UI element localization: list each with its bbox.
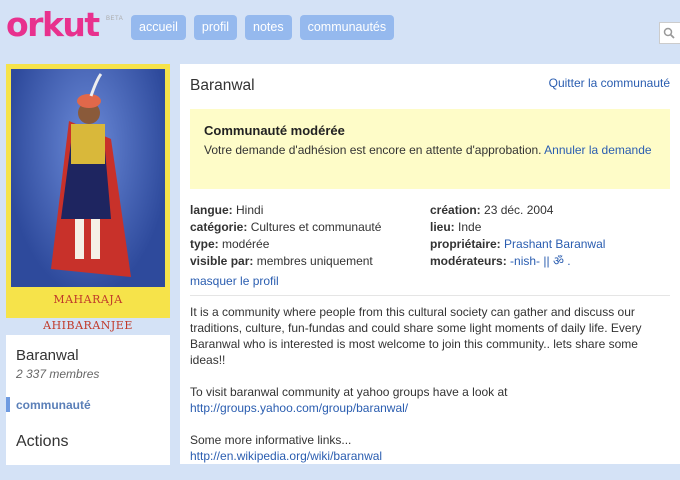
property-value[interactable]: Prashant Baranwal xyxy=(504,237,605,251)
yahoo-text: To visit baranwal community at yahoo gro… xyxy=(190,385,508,399)
property-row: modérateurs: -nish- || ॐ . xyxy=(430,253,670,270)
property-row: visible par: membres uniquement xyxy=(190,253,430,270)
property-label: catégorie: xyxy=(190,220,248,234)
sidebar-community-name: Baranwal xyxy=(16,347,79,364)
property-label: modérateurs: xyxy=(430,254,507,268)
property-value: Cultures et communauté xyxy=(250,220,382,234)
property-row: type: modérée xyxy=(190,236,430,253)
property-value: Inde xyxy=(458,220,482,234)
description-paragraph: It is a community where people from this… xyxy=(190,305,642,367)
notice-title: Communauté modérée xyxy=(204,123,345,138)
property-value[interactable]: -nish- || ॐ . xyxy=(510,254,571,268)
photo-caption: MAHARAJA AHIBARANJEE xyxy=(43,293,133,332)
main-panel: Baranwal Quitter la communauté Communaut… xyxy=(180,64,680,464)
member-count[interactable]: 2 337 membres xyxy=(16,367,99,381)
property-label: création: xyxy=(430,203,481,217)
maharaja-illustration xyxy=(51,73,131,277)
actions-heading: Actions xyxy=(16,433,69,450)
divider xyxy=(190,295,670,296)
more-links-text: Some more informative links... xyxy=(190,433,352,447)
property-row: propriétaire: Prashant Baranwal xyxy=(430,236,670,253)
yahoo-groups-link[interactable]: http://groups.yahoo.com/group/baranwal/ xyxy=(190,401,408,415)
hide-profile-link[interactable]: masquer le profil xyxy=(190,274,279,288)
property-label: propriétaire: xyxy=(430,237,501,251)
moderation-notice: Communauté modérée Votre demande d'adhés… xyxy=(190,109,670,189)
property-value: 23 déc. 2004 xyxy=(484,203,554,217)
beta-label: BETA xyxy=(106,16,124,22)
quit-community-link[interactable]: Quitter la communauté xyxy=(549,76,670,90)
sidebar-item-communaute[interactable]: communauté xyxy=(16,398,91,412)
property-label: type: xyxy=(190,237,219,251)
property-value: modérée xyxy=(222,237,270,251)
property-label: langue: xyxy=(190,203,233,217)
community-photo: MAHARAJA AHIBARANJEE xyxy=(6,64,170,332)
top-nav: accueil profil notes communautés xyxy=(131,15,395,40)
community-description: It is a community where people from this… xyxy=(190,304,665,480)
nav-notes[interactable]: notes xyxy=(245,15,292,40)
orkut-logo[interactable]: orkut xyxy=(6,8,100,42)
property-label: lieu: xyxy=(430,220,455,234)
property-value: Hindi xyxy=(236,203,264,217)
property-row: catégorie: Cultures et communauté xyxy=(190,219,430,236)
page-title: Baranwal xyxy=(190,77,255,94)
property-row: création: 23 déc. 2004 xyxy=(430,202,670,219)
nav-profil[interactable]: profil xyxy=(193,15,238,40)
property-value: membres uniquement xyxy=(256,254,373,268)
photo-image xyxy=(11,69,165,287)
property-row: lieu: Inde xyxy=(430,219,670,236)
selected-indicator xyxy=(6,397,10,412)
nav-accueil[interactable]: accueil xyxy=(131,15,186,40)
cancel-request-link[interactable]: Annuler la demande xyxy=(544,143,651,157)
search-input[interactable] xyxy=(659,22,680,44)
notice-message: Votre demande d'adhésion est encore en a… xyxy=(204,143,542,157)
property-row: langue: Hindi xyxy=(190,202,430,219)
property-label: visible par: xyxy=(190,254,254,268)
search-icon xyxy=(663,27,675,39)
community-properties: langue: Hindi catégorie: Cultures et comm… xyxy=(190,202,670,270)
nav-communautes[interactable]: communautés xyxy=(299,15,395,40)
community-sidebar: Baranwal 2 337 membres communauté Action… xyxy=(6,335,170,465)
